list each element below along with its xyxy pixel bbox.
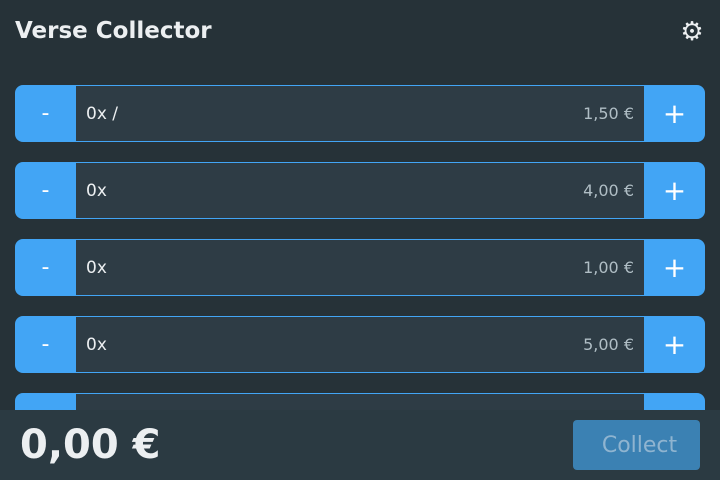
footer-bar: 0,00 € Collect [0, 410, 720, 480]
item-list: - 0x / 1,50 € + - 0x 4,00 € + - 0x 1,00 … [15, 85, 705, 410]
increment-button[interactable]: + [644, 239, 705, 296]
increment-button[interactable]: + [644, 393, 705, 410]
list-item: - 0x 1,00 € + [15, 239, 705, 296]
item-label: 0x [86, 180, 107, 201]
item-body[interactable]: 0x 1,00 € [76, 239, 644, 296]
increment-button[interactable]: + [644, 316, 705, 373]
collect-label: Collect [601, 432, 678, 458]
item-price: 1,50 € [583, 104, 634, 123]
list-item: - 0x 4,00 € + [15, 162, 705, 219]
item-price: 5,00 € [583, 335, 634, 354]
collect-button[interactable]: Collect [573, 420, 700, 470]
list-item: - 0x 5,00 € + [15, 316, 705, 373]
item-label: 0x [86, 257, 107, 278]
item-label: 0x [86, 334, 107, 355]
app-title: Verse Collector [15, 18, 212, 44]
gear-icon: ⚙ [680, 17, 704, 47]
item-body[interactable]: 0x / 1,50 € [76, 85, 644, 142]
item-body[interactable]: 0x 5,00 € [76, 316, 644, 373]
increment-button[interactable]: + [644, 85, 705, 142]
decrement-button[interactable]: - [15, 85, 76, 142]
increment-button[interactable]: + [644, 162, 705, 219]
decrement-button[interactable]: - [15, 316, 76, 373]
settings-button[interactable]: ⚙ [672, 12, 712, 52]
total-amount: 0,00 € [20, 422, 161, 468]
item-price: 4,00 € [583, 181, 634, 200]
item-body[interactable] [76, 393, 644, 410]
item-label: 0x / [86, 103, 119, 124]
item-body[interactable]: 0x 4,00 € [76, 162, 644, 219]
decrement-button[interactable]: - [15, 239, 76, 296]
item-price: 1,00 € [583, 258, 634, 277]
list-item: - 0x / 1,50 € + [15, 85, 705, 142]
decrement-button[interactable]: - [15, 162, 76, 219]
app-header: Verse Collector ⚙ [0, 0, 720, 64]
list-item: - + [15, 393, 705, 410]
decrement-button[interactable]: - [15, 393, 76, 410]
